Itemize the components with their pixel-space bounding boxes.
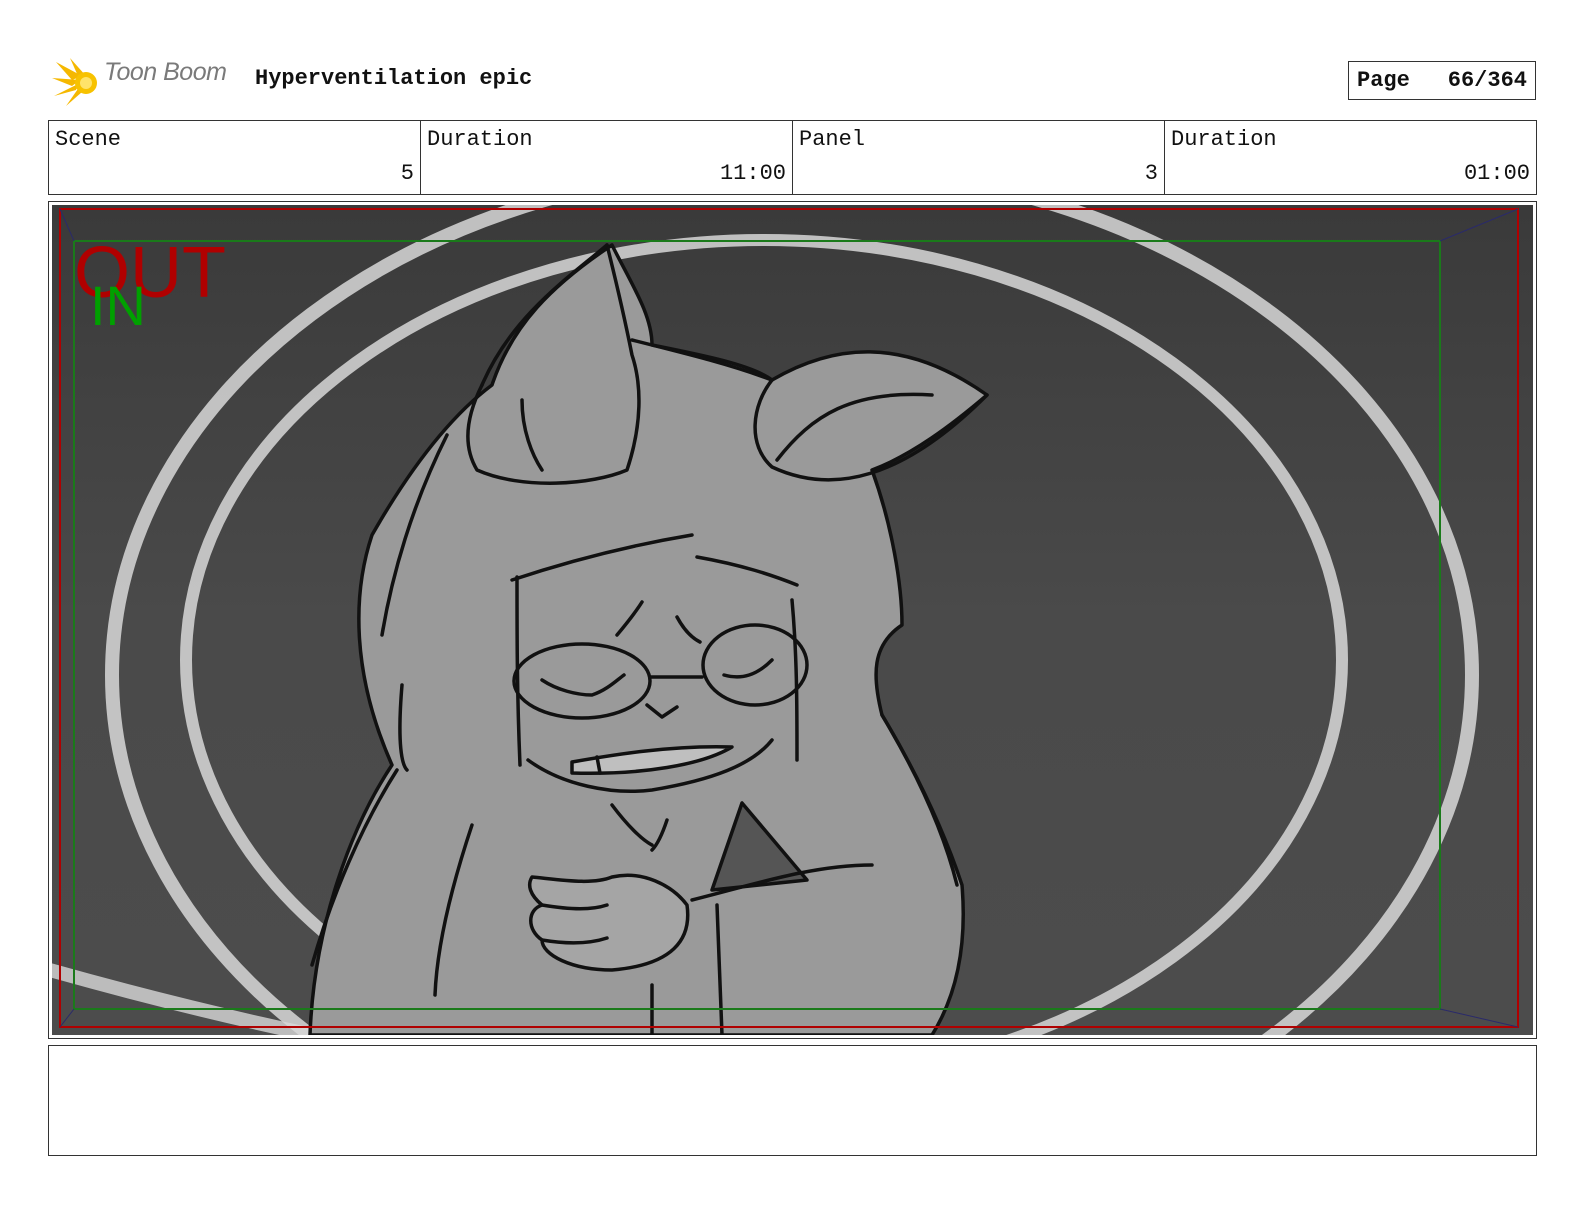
storyboard-panel-image: OUT IN [52,205,1533,1035]
starburst-icon [52,58,97,106]
panel-cell: Panel 3 [793,121,1165,194]
action-notes-box [48,1045,1537,1156]
panel-duration-label: Duration [1171,127,1277,152]
page-number: 66/364 [1447,68,1527,93]
scene-duration-cell: Duration 11:00 [421,121,793,194]
panel-value: 3 [1144,161,1158,186]
panel-label: Panel [799,127,866,152]
scene-duration-value: 11:00 [719,161,786,186]
project-title: Hyperventilation epic [255,66,533,91]
scene-label: Scene [55,127,122,152]
logo-text: Toon Boom [104,58,227,86]
scene-cell: Scene 5 [49,121,421,194]
page-label: Page [1357,68,1410,93]
page-indicator: Page 66/364 [1348,61,1536,100]
panel-duration-cell: Duration 01:00 [1165,121,1536,194]
panel-duration-value: 01:00 [1463,161,1530,186]
scene-value: 5 [400,161,414,186]
panel-info-row: Scene 5 Duration 11:00 Panel 3 Duration … [48,120,1537,195]
scene-duration-label: Duration [427,127,533,152]
toon-boom-logo: Toon Boom [52,56,242,108]
in-label: IN [90,274,146,337]
